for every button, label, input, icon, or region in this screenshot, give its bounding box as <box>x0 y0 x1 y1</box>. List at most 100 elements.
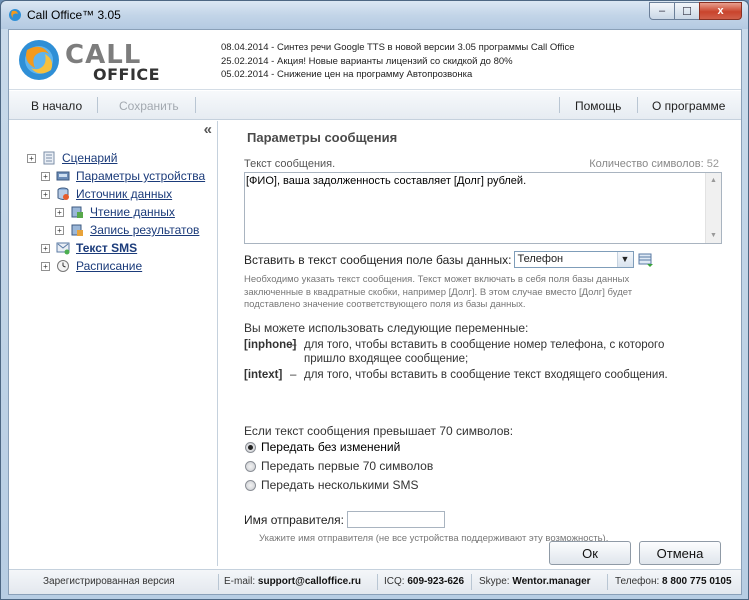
status-separator <box>607 574 608 590</box>
home-button[interactable]: В начало <box>31 99 82 113</box>
toolbar-separator <box>637 97 638 113</box>
toolbar-separator <box>559 97 560 113</box>
radio-icon[interactable] <box>245 441 256 453</box>
tree-item-label[interactable]: Текст SMS <box>76 241 137 255</box>
save-button[interactable]: Сохранить <box>119 99 179 113</box>
radio-label[interactable]: Передать без изменений <box>261 440 400 454</box>
radio-send-unchanged[interactable]: Передать без изменений <box>245 440 400 454</box>
variable-dash: – <box>290 369 297 381</box>
tree-item-schedule[interactable]: + Расписание <box>41 257 142 275</box>
database-icon <box>57 187 69 200</box>
variable-key: [inphone] <box>244 339 297 351</box>
minimize-button[interactable]: ‒ <box>649 2 675 20</box>
tree-item-scenario[interactable]: + Сценарий <box>27 149 117 167</box>
message-scrollbar[interactable]: ▲ ▼ <box>705 173 721 243</box>
close-button[interactable]: x <box>699 2 742 20</box>
cancel-button-label: Отмена <box>656 545 704 561</box>
sender-input[interactable] <box>347 511 446 528</box>
scroll-up-icon[interactable]: ▲ <box>710 177 717 184</box>
toolbar: В начало Сохранить Помощь О программе <box>9 91 741 120</box>
status-separator <box>471 574 472 590</box>
expand-icon[interactable]: + <box>27 153 36 163</box>
tree-item-label[interactable]: Источник данных <box>76 187 172 201</box>
db-field-select[interactable]: Телефон ▼ <box>513 251 634 268</box>
tree-item-data-source[interactable]: + Источник данных <box>41 185 172 203</box>
variable-dash: – <box>290 339 297 351</box>
expand-icon[interactable]: + <box>41 243 50 253</box>
header: CALL OFFICE 08.04.2014 - Синтез речи Goo… <box>9 30 741 90</box>
radio-label[interactable]: Передать несколькими SMS <box>261 478 418 492</box>
email-label: E-mail: <box>224 576 256 587</box>
ok-button-label: Ок <box>582 545 598 561</box>
news-item[interactable]: 05.02.2014 - Снижение цен на программу А… <box>221 68 575 82</box>
client-area: CALL OFFICE 08.04.2014 - Синтез речи Goo… <box>8 29 742 595</box>
expand-icon[interactable]: + <box>41 171 50 181</box>
help-button[interactable]: Помощь <box>575 99 621 113</box>
app-logo-icon <box>9 9 21 21</box>
title-bar[interactable]: Call Office™ 3.05 ‒ ☐ x <box>1 1 748 29</box>
radio-icon[interactable] <box>245 460 256 472</box>
news-item[interactable]: 25.02.2014 - Акция! Новые варианты лицен… <box>221 55 575 69</box>
tree-item-label[interactable]: Запись результатов <box>90 223 199 237</box>
variable-row: [inphone] – для того, чтобы вставить в с… <box>244 339 674 366</box>
radio-send-first-70[interactable]: Передать первые 70 символов <box>245 459 433 473</box>
window-controls: ‒ ☐ x <box>649 2 742 20</box>
tree-item-label[interactable]: Расписание <box>76 259 142 273</box>
cancel-button[interactable]: Отмена <box>639 541 721 565</box>
main-panel: Параметры сообщения Текст сообщения. Кол… <box>219 121 741 566</box>
tree-item-label[interactable]: Параметры устройства <box>76 169 205 183</box>
radio-send-multiple-sms[interactable]: Передать несколькими SMS <box>245 478 418 492</box>
icq-value: 609-923-626 <box>407 576 465 587</box>
email-value[interactable]: support@calloffice.ru <box>258 576 361 587</box>
expand-icon[interactable]: + <box>55 207 64 217</box>
status-separator <box>218 574 219 590</box>
insert-field-label: Вставить в текст сообщения поле базы дан… <box>244 252 512 267</box>
icq-label: ICQ: <box>384 576 405 587</box>
tree-item-label[interactable]: Сценарий <box>62 151 117 165</box>
registration-status: Зарегистрированная версия <box>43 576 175 587</box>
maximize-button[interactable]: ☐ <box>674 2 700 20</box>
expand-icon[interactable]: + <box>55 225 64 235</box>
chevron-down-icon[interactable]: ▼ <box>616 252 633 267</box>
radio-icon[interactable] <box>245 479 256 491</box>
sender-row: Имя отправителя: <box>244 511 446 528</box>
collapse-sidebar-icon[interactable]: « <box>204 121 212 138</box>
close-icon: x <box>717 5 724 17</box>
message-label: Текст сообщения. <box>244 158 336 170</box>
toolbar-separator <box>97 97 98 113</box>
tree-item-device-params[interactable]: + Параметры устройства <box>41 167 205 185</box>
expand-icon[interactable]: + <box>41 189 50 199</box>
variable-description: для того, чтобы вставить в сообщение ном… <box>304 339 665 365</box>
sidebar: « + Сценарий + Параметры устройства + Ис… <box>9 121 218 566</box>
window-title: Call Office™ 3.05 <box>27 8 121 22</box>
message-text[interactable]: [ФИО], ваша задолженность составляет [До… <box>246 175 526 187</box>
radio-label[interactable]: Передать первые 70 символов <box>261 459 433 473</box>
clock-icon <box>57 260 69 272</box>
maximize-icon: ☐ <box>682 5 692 18</box>
news-list: 08.04.2014 - Синтез речи Google TTS в но… <box>221 41 575 82</box>
phone-value: 8 800 775 0105 <box>662 576 732 587</box>
about-button[interactable]: О программе <box>652 99 725 113</box>
tree-item-write-results[interactable]: + Запись результатов <box>55 221 199 239</box>
tree-item-read-data[interactable]: + Чтение данных <box>55 203 175 221</box>
insert-field-icon[interactable] <box>638 252 654 268</box>
status-separator <box>377 574 378 590</box>
status-skype: Skype: Wentor.manager <box>479 576 591 587</box>
variables-title: Вы можете использовать следующие перемен… <box>244 321 529 335</box>
tree-item-label[interactable]: Чтение данных <box>90 205 175 219</box>
char-count-label: Количество символов: <box>589 158 704 170</box>
status-bar: Зарегистрированная версия E-mail: suppor… <box>9 569 741 594</box>
toolbar-separator <box>195 97 196 113</box>
insert-field-row: Вставить в текст сообщения поле базы дан… <box>244 251 654 268</box>
message-textarea[interactable]: [ФИО], ваша задолженность составляет [До… <box>244 172 722 244</box>
call-office-logo: CALL OFFICE <box>17 36 167 84</box>
status-email[interactable]: E-mail: support@calloffice.ru <box>224 576 361 587</box>
expand-icon[interactable]: + <box>41 261 50 271</box>
tree-item-sms-text[interactable]: + Текст SMS <box>41 239 137 257</box>
phone-label: Телефон: <box>615 576 660 587</box>
status-phone: Телефон: 8 800 775 0105 <box>615 576 732 587</box>
exceed-label: Если текст сообщения превышает 70 символ… <box>244 424 514 438</box>
ok-button[interactable]: Ок <box>549 541 631 565</box>
scroll-down-icon[interactable]: ▼ <box>710 232 717 239</box>
news-item[interactable]: 08.04.2014 - Синтез речи Google TTS в но… <box>221 41 575 55</box>
